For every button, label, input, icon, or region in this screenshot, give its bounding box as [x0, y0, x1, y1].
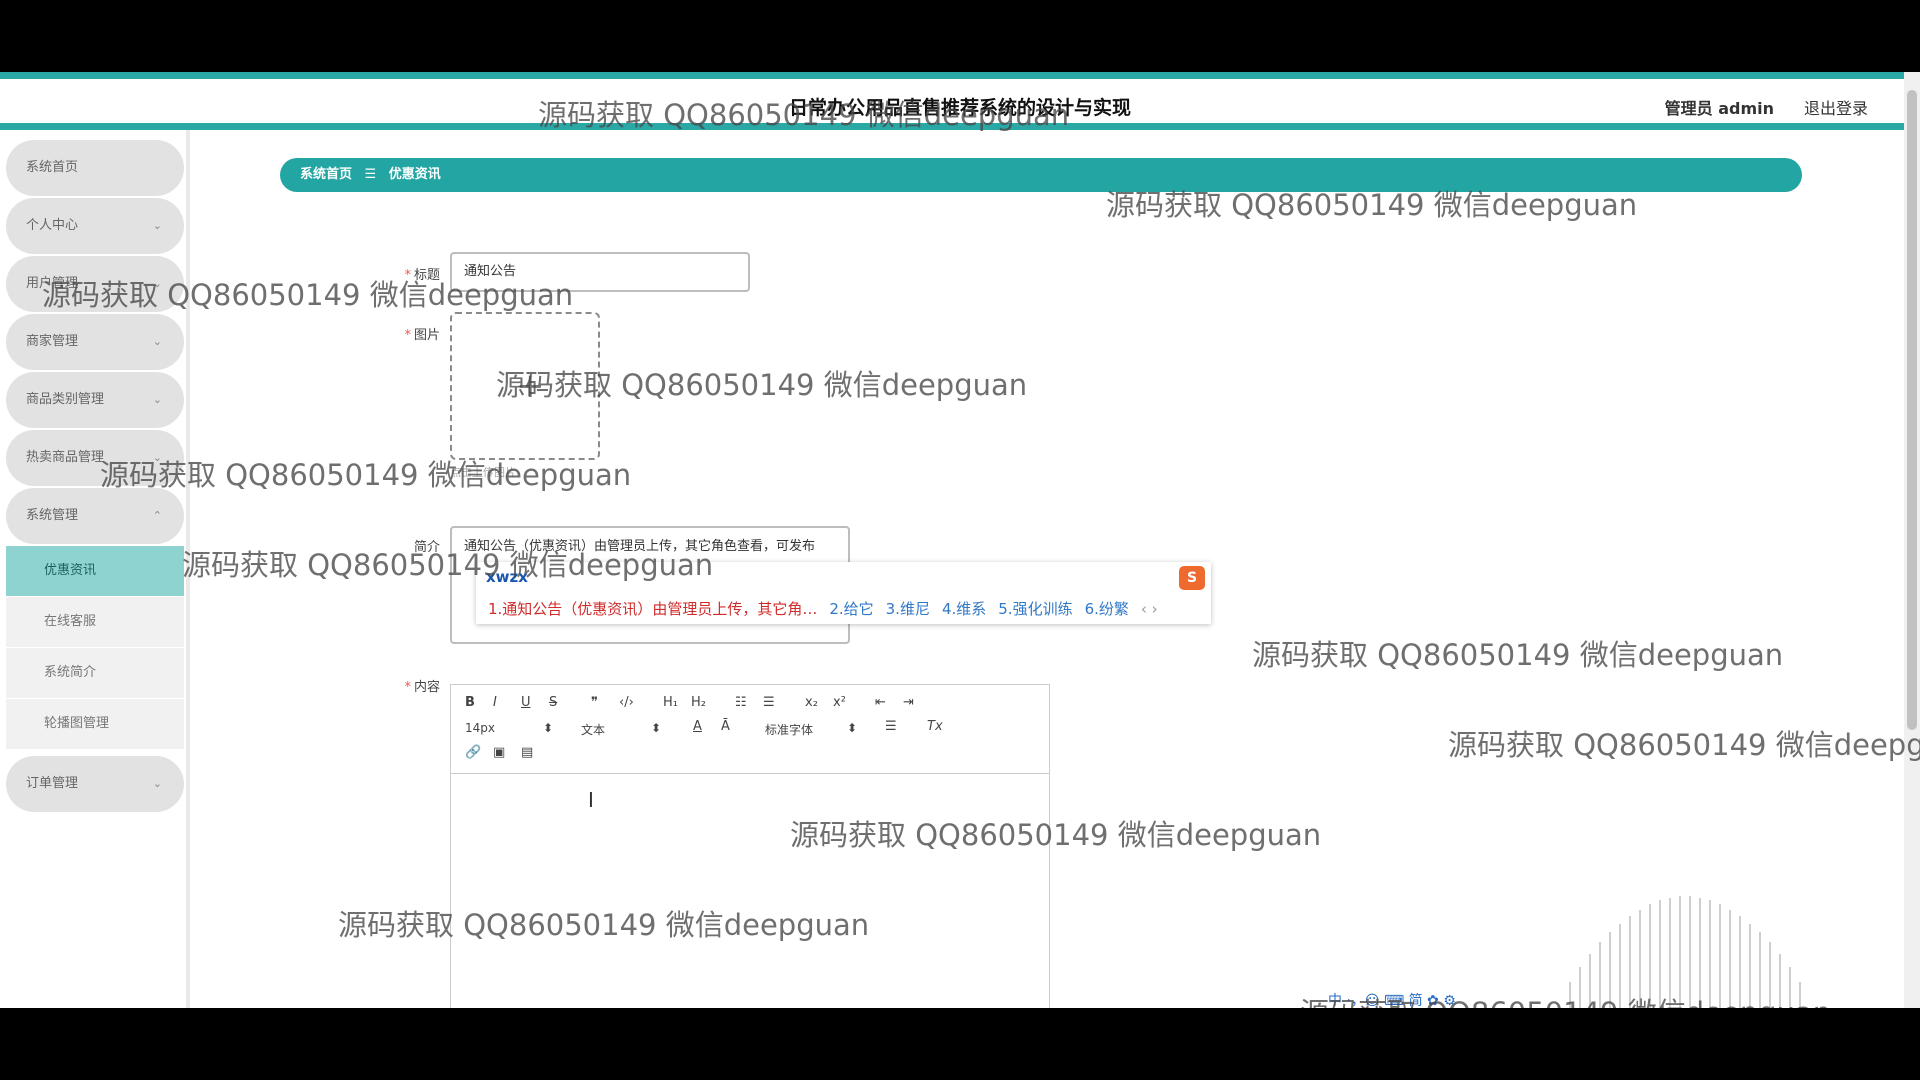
blockquote-button[interactable]: ❞	[591, 695, 598, 710]
plus-icon: +	[516, 366, 545, 406]
link-icon[interactable]: 🔗	[465, 745, 481, 760]
watermark: 源码获取 QQ86050149 微信deepguan	[1252, 638, 1784, 672]
ime-candidate-popup: xwzx S 1.通知公告（优惠资讯）由管理员上传，其它角… 2.给它 3.维尼 4.…	[476, 562, 1211, 624]
sidebar-item-label: 订单管理	[26, 776, 79, 791]
breadcrumb-home[interactable]: 系统首页	[300, 167, 352, 182]
app-window: 日常办公用品直售推荐系统的设计与实现 管理员 admin 退出登录 系统首页 个…	[0, 72, 1920, 1008]
video-icon[interactable]: ▤	[521, 745, 533, 760]
ordered-list-button[interactable]: ☷	[735, 695, 747, 710]
ime-candidate[interactable]: 2.给它	[829, 600, 873, 618]
ime-candidate[interactable]: 1.通知公告（优惠资讯）由管理员上传，其它角…	[488, 600, 817, 618]
title-input[interactable]: 通知公告	[450, 252, 750, 292]
underline-button[interactable]: U	[521, 695, 531, 710]
sidebar-item-label: 个人中心	[26, 218, 79, 233]
watermark: 源码获取 QQ86050149 微信deepguan	[1448, 728, 1920, 762]
select-arrow-icon: ⬍	[847, 721, 858, 735]
content-label: * 内容	[404, 680, 440, 695]
breadcrumb-separator-icon: ☰	[364, 167, 377, 182]
superscript-button[interactable]: x²	[833, 695, 846, 710]
text-cursor-icon: I	[588, 788, 594, 812]
sidebar-item-merchant-management[interactable]: 商家管理 ⌄	[6, 314, 184, 370]
ime-candidate[interactable]: 5.强化训练	[998, 600, 1072, 618]
sidebar-item-hot-products[interactable]: 热卖商品管理 ⌄	[6, 430, 184, 486]
breadcrumb-current: 优惠资讯	[388, 167, 441, 182]
required-mark: *	[404, 680, 411, 695]
font-size-select[interactable]: 14px	[465, 721, 495, 735]
ime-candidates: 1.通知公告（优惠资讯）由管理员上传，其它角… 2.给它 3.维尼 4.维系 5.强化训…	[488, 598, 1158, 619]
editor-toolbar: B I U S ❞ ‹/› H₁ H₂ ☷ ☰ x₂ x² ⇤ ⇥ 14px ⬍…	[451, 685, 1049, 774]
upload-hint: 点击上传图片	[450, 466, 516, 479]
image-uploader[interactable]: +	[450, 312, 600, 460]
font-family-select[interactable]: 标准字体	[765, 721, 813, 738]
scrollbar-thumb[interactable]	[1907, 90, 1917, 730]
sidebar-subitem-online-service[interactable]: 在线客服	[6, 597, 184, 648]
sidebar-subitem-promotions[interactable]: 优惠资讯	[6, 546, 184, 597]
sidebar-item-label: 系统管理	[26, 508, 79, 523]
breadcrumb: 系统首页 ☰ 优惠资讯	[280, 158, 1802, 192]
title-label: * 标题	[404, 268, 440, 283]
ime-page-arrows-icon[interactable]: ‹ ›	[1141, 600, 1158, 618]
italic-button[interactable]: I	[493, 695, 497, 710]
ime-status-bar[interactable]: 中 ·，☺ ⌨ 简 ✿ ⚙	[1328, 990, 1554, 1008]
sidebar-item-label: 商家管理	[26, 334, 79, 349]
select-arrow-icon: ⬍	[651, 721, 662, 735]
sidebar-subitem-carousel[interactable]: 轮播图管理	[6, 699, 184, 750]
sogou-logo-icon: S	[1179, 566, 1205, 590]
required-mark: *	[404, 328, 411, 343]
sidebar-item-label: 用户管理	[26, 276, 79, 291]
sidebar-item-user-management[interactable]: 用户管理 ⌄	[6, 256, 184, 312]
sidebar-item-label: 商品类别管理	[26, 392, 105, 407]
chevron-down-icon: ⌄	[152, 393, 162, 406]
subscript-button[interactable]: x₂	[805, 695, 818, 710]
header-2-button[interactable]: H₂	[691, 695, 706, 710]
ime-composition: xwzx	[486, 568, 528, 586]
sidebar-item-label: 热卖商品管理	[26, 450, 105, 465]
text-color-button[interactable]: A	[693, 719, 702, 734]
strike-button[interactable]: S	[549, 695, 557, 710]
chevron-down-icon: ⌄	[152, 219, 162, 232]
rich-text-editor: B I U S ❞ ‹/› H₁ H₂ ☷ ☰ x₂ x² ⇤ ⇥ 14px ⬍…	[450, 684, 1050, 1008]
sidebar-item-personal-center[interactable]: 个人中心 ⌄	[6, 198, 184, 254]
logout-link[interactable]: 退出登录	[1804, 95, 1868, 119]
sidebar-item-label: 系统首页	[26, 160, 79, 175]
page-scrollbar[interactable]	[1904, 72, 1920, 1008]
sidebar-item-category-management[interactable]: 商品类别管理 ⌄	[6, 372, 184, 428]
chevron-down-icon: ⌄	[152, 335, 162, 348]
chevron-down-icon: ⌄	[152, 777, 162, 790]
background-color-button[interactable]: Ā	[721, 719, 730, 734]
sidebar-subitem-system-intro[interactable]: 系统简介	[6, 648, 184, 699]
header-1-button[interactable]: H₁	[663, 695, 678, 710]
indent-button[interactable]: ⇥	[903, 695, 914, 710]
format-select[interactable]: 文本	[581, 721, 605, 738]
required-mark: *	[404, 268, 411, 283]
ime-candidate[interactable]: 4.维系	[942, 600, 986, 618]
editor-content-area[interactable]	[451, 773, 1049, 1008]
outdent-button[interactable]: ⇤	[875, 695, 886, 710]
system-submenu: 优惠资讯 在线客服 系统简介 轮播图管理	[6, 546, 184, 750]
chevron-down-icon: ⌄	[152, 451, 162, 464]
chevron-down-icon: ⌄	[152, 277, 162, 290]
image-icon[interactable]: ▣	[493, 745, 505, 760]
image-label: * 图片	[404, 328, 440, 343]
bold-button[interactable]: B	[465, 695, 475, 710]
bullet-list-button[interactable]: ☰	[763, 695, 775, 710]
top-header: 日常办公用品直售推荐系统的设计与实现 管理员 admin 退出登录	[0, 72, 1920, 130]
app-title: 日常办公用品直售推荐系统的设计与实现	[788, 97, 1131, 119]
ime-candidate[interactable]: 6.纷繁	[1085, 600, 1129, 618]
code-block-button[interactable]: ‹/›	[619, 695, 634, 710]
chevron-up-icon: ⌃	[152, 509, 162, 522]
sidebar-item-home[interactable]: 系统首页	[6, 140, 184, 196]
ime-candidate[interactable]: 3.维尼	[886, 600, 930, 618]
intro-label: 简介	[413, 540, 440, 555]
sidebar-item-order-management[interactable]: 订单管理 ⌄	[6, 756, 184, 812]
sound-wave-graphic	[1569, 896, 1801, 1008]
sidebar-item-system-management[interactable]: 系统管理 ⌃	[6, 488, 184, 544]
select-arrow-icon: ⬍	[543, 721, 554, 735]
current-user: 管理员 admin	[1664, 99, 1774, 118]
clear-format-button[interactable]: Tx	[927, 719, 943, 734]
align-button[interactable]: ☰	[885, 719, 897, 734]
sidebar: 系统首页 个人中心 ⌄ 用户管理 ⌄ 商家管理 ⌄ 商品类别管理 ⌄ 热卖商品管…	[0, 130, 190, 1008]
